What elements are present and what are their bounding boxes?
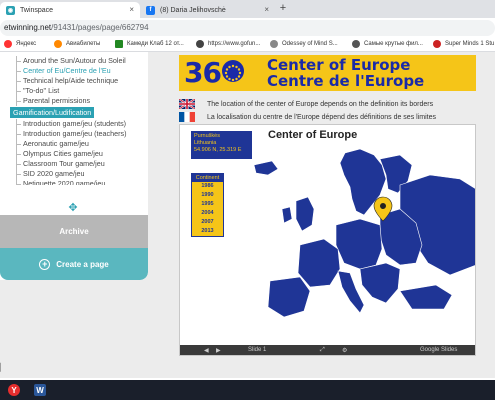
page-body: Around the Sun/Autour du Soleil Center o… xyxy=(0,52,495,378)
bookmark-label: https://www.gofun... xyxy=(208,41,261,47)
create-page-label: Create a page xyxy=(56,259,109,269)
tab-strip: ◉ Twinspace × f (8) Daria Jelihovschė × … xyxy=(0,0,495,18)
year-item[interactable]: 1995 xyxy=(192,200,223,209)
bookmark-label: Авиабилеты xyxy=(66,41,101,47)
facebook-icon: f xyxy=(146,5,155,15)
bookmark-label: Odessey of Mind S... xyxy=(282,41,338,47)
url-path: /91431/pages/page/662794 xyxy=(51,23,149,32)
bookmarks-bar: Яндекс Авиабилеты Камеди Клаб 12 от... h… xyxy=(0,38,495,52)
banner-title-en: Center of Europe xyxy=(267,56,411,74)
text-row-en: The location of the center of Europe dep… xyxy=(179,98,433,110)
continent-years-box: Continent 1986 1990 1995 2004 2007 2013 xyxy=(191,173,224,237)
google-slides-brand: Google Slides xyxy=(420,347,458,353)
tree-item[interactable]: Introduction game/jeu (students) xyxy=(0,119,148,129)
bookmark-label: Яндекс xyxy=(16,41,37,47)
tree-item[interactable]: Parental permissions xyxy=(0,96,148,106)
twinspace-icon: ◉ xyxy=(6,5,15,15)
year-item[interactable]: 2007 xyxy=(192,218,223,227)
plus-icon: + xyxy=(39,258,51,270)
uk-flag-icon xyxy=(179,99,195,109)
year-item[interactable]: 2013 xyxy=(192,227,223,236)
embedded-slide[interactable]: Center of Europe Purnuškės Lithuania 54.… xyxy=(179,124,476,356)
sidebar: Around the Sun/Autour du Soleil Center o… xyxy=(0,52,148,280)
fullscreen-icon[interactable]: ⤢ xyxy=(320,347,325,354)
app-icon xyxy=(433,40,441,48)
close-tab-icon[interactable]: × xyxy=(129,5,134,14)
tree-item[interactable]: Around the Sun/Autour du Soleil xyxy=(0,56,148,66)
bookmark-label: Super Minds 1 Stu xyxy=(445,41,495,47)
address-bar[interactable]: etwinning.net/91431/pages/page/662794 xyxy=(0,20,495,36)
comedy-club-icon xyxy=(115,40,123,48)
tree-item[interactable]: Olympus Cities game/jeu xyxy=(0,149,148,159)
url-host: etwinning.net xyxy=(4,23,52,32)
tree-item[interactable]: Technical help/Aide technique xyxy=(0,76,148,86)
banner-title-fr: Centre de l'Europe xyxy=(267,72,425,90)
location-place: Purnuškės xyxy=(194,133,220,139)
year-item[interactable]: 1986 xyxy=(192,182,223,191)
france-flag-icon xyxy=(179,112,195,122)
plane-icon xyxy=(54,40,62,48)
globe-icon xyxy=(270,40,278,48)
bookmark-odessey[interactable]: Odessey of Mind S... xyxy=(270,40,338,48)
slide-number: Slide 1 xyxy=(248,347,267,353)
archive-button[interactable]: Archive xyxy=(0,215,148,248)
tree-item[interactable]: Netiquette 2020 game/jeu xyxy=(0,179,148,185)
description-en: The location of the center of Europe dep… xyxy=(207,100,434,108)
new-tab-button[interactable]: + xyxy=(277,2,289,16)
slides-control-bar: ◀ ▶ Slide 1 ⤢ ⚙ Google Slides xyxy=(180,345,475,355)
year-item[interactable]: 2004 xyxy=(192,209,223,218)
address-row: etwinning.net/91431/pages/page/662794 xyxy=(0,18,495,38)
bookmark-aviabilety[interactable]: Авиабилеты xyxy=(54,40,100,48)
banner-logo-360: 360 36 xyxy=(184,58,245,88)
bookmark-films[interactable]: Самые крутые фил... xyxy=(352,40,423,48)
slide-title: Center of Europe xyxy=(268,129,358,141)
europe-map xyxy=(253,148,475,318)
tree-section-gamification[interactable]: Gamification/Ludification xyxy=(10,107,95,118)
tab-title: (8) Daria Jelihovschė xyxy=(160,6,226,14)
description-fr: La localisation du centre de l'Europe dé… xyxy=(207,113,436,121)
prev-slide-icon[interactable]: ◀ xyxy=(204,347,209,354)
tab-twinspace[interactable]: ◉ Twinspace × xyxy=(0,2,140,18)
settings-icon[interactable]: ⚙ xyxy=(342,347,347,354)
bookmark-gofun[interactable]: https://www.gofun... xyxy=(196,40,260,48)
bookmark-yandex[interactable]: Яндекс xyxy=(4,40,36,48)
tab-facebook[interactable]: f (8) Daria Jelihovschė × xyxy=(140,2,275,18)
banner: 360 36 Center of Europe Centre de l'Euro… xyxy=(179,55,476,91)
tree-item-active[interactable]: Center of Eu/Centre de l'Eu xyxy=(0,66,148,76)
globe-icon xyxy=(352,40,360,48)
text-row-fr: La localisation du centre de l'Europe dé… xyxy=(179,111,436,123)
tree-item[interactable]: Aeronautic game/jeu xyxy=(0,139,148,149)
bookmark-comedy-club[interactable]: Камеди Клаб 12 от... xyxy=(115,40,184,48)
tab-title: Twinspace xyxy=(20,6,54,14)
bookmark-label: Камеди Клаб 12 от... xyxy=(127,41,184,47)
status-marker: ⎸ xyxy=(0,362,10,372)
next-slide-icon[interactable]: ▶ xyxy=(216,347,221,354)
bookmark-super-minds[interactable]: Super Minds 1 Stu xyxy=(433,40,494,48)
tree-item[interactable]: SID 2020 game/jeu xyxy=(0,169,148,179)
page-tree: Around the Sun/Autour du Soleil Center o… xyxy=(0,56,148,185)
word-icon[interactable]: W xyxy=(34,384,46,396)
tree-item[interactable]: Introduction game/jeu (teachers) xyxy=(0,129,148,139)
close-tab-icon[interactable]: × xyxy=(264,5,269,14)
taskbar: Y W xyxy=(0,380,495,400)
create-page-button[interactable]: + Create a page xyxy=(0,248,148,280)
move-icon[interactable]: ✥ xyxy=(67,202,79,214)
yandex-browser-icon[interactable]: Y xyxy=(8,384,20,396)
tree-item[interactable]: "To-do" List xyxy=(0,86,148,96)
yandex-icon xyxy=(4,40,12,48)
tree-item[interactable]: Classroom Tour game/jeu xyxy=(0,159,148,169)
year-item[interactable]: 1990 xyxy=(192,191,223,200)
eu-stars-icon xyxy=(221,60,244,82)
globe-icon xyxy=(196,40,204,48)
bookmark-label: Самые крутые фил... xyxy=(364,41,423,47)
continent-heading: Continent xyxy=(192,174,223,182)
